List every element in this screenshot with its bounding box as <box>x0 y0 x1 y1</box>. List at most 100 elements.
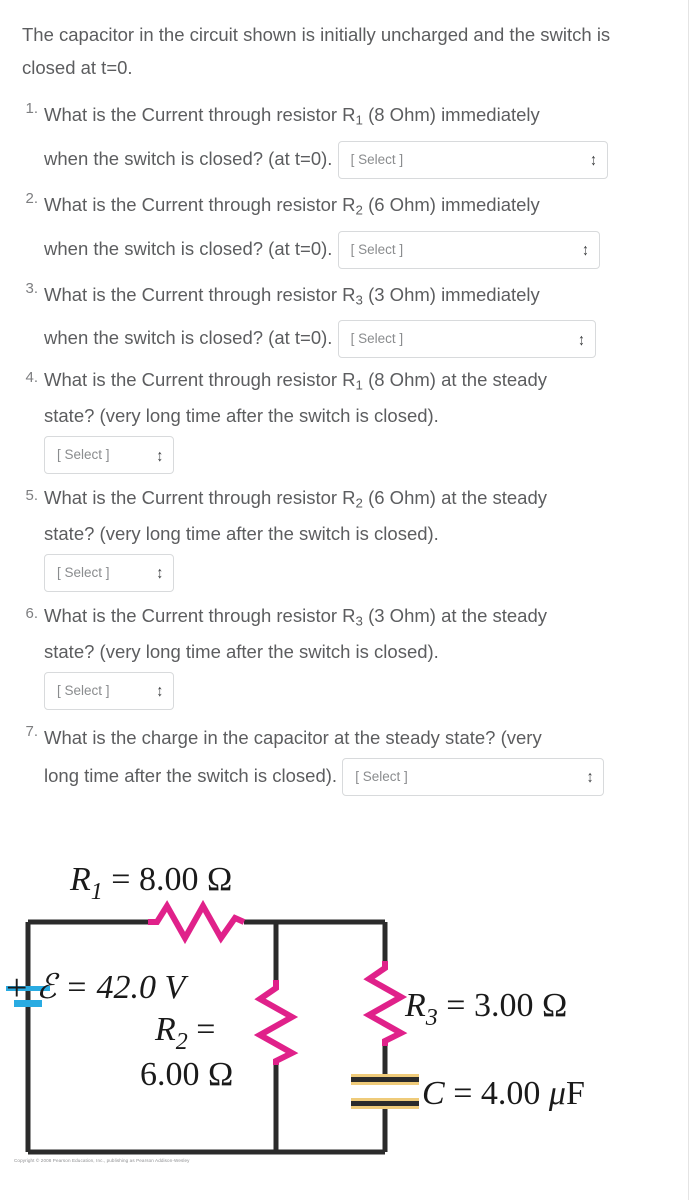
label-r3-subscript: 3 <box>425 1005 438 1031</box>
select-control-1[interactable]: [ Select ] ↕ <box>337 140 608 179</box>
question-item-1: 1. What is the Current through resistor … <box>18 96 678 180</box>
select-value-7: [ Select ] <box>355 768 408 784</box>
select-control-2[interactable]: [ Select ] ↕ <box>337 230 600 269</box>
chevron-up-down-icon: ↕ <box>156 681 164 701</box>
chevron-up-down-icon: ↕ <box>156 445 164 465</box>
question-3-text-line2: when the switch is closed? (at t=0). <box>44 327 333 349</box>
question-2-text-a: What is the Current through resistor R <box>44 193 356 215</box>
question-7-text-a: What is the charge in the capacitor at t… <box>44 726 542 748</box>
select-control-7[interactable]: [ Select ] ↕ <box>342 757 605 796</box>
question-4-text-b: (8 Ohm) at the steady <box>362 369 548 391</box>
question-number-2: 2. <box>25 189 38 207</box>
question-5-text-line2: state? (very long time after the switch … <box>44 522 439 544</box>
figure-copyright: Copyright © 2008 Pearson Education, Inc.… <box>14 1158 190 1163</box>
label-r1: R1 = 8.00 Ω <box>69 861 232 905</box>
chevron-up-down-icon: ↕ <box>578 330 585 349</box>
label-r3: R3 = 3.00 Ω <box>404 987 567 1031</box>
label-r3-symbol: R <box>404 987 426 1024</box>
question-text-7: What is the charge in the capacitor at t… <box>44 719 678 797</box>
question-1-text-a: What is the Current through resistor R <box>44 104 356 125</box>
question-2-text-b: (6 Ohm) immediately <box>362 193 540 215</box>
circuit-diagram: R1 = 8.00 Ω + ℰ = 42.0 V R2 = 6.00 Ω R3 … <box>0 828 692 1188</box>
question-item-6: 6. What is the Current through resistor … <box>18 601 678 711</box>
question-item-4: 4. What is the Current through resistor … <box>18 365 678 475</box>
select-control-5[interactable]: [ Select ] ↕ <box>44 553 174 592</box>
label-r2-eq: = <box>188 1011 216 1048</box>
question-number-3: 3. <box>25 279 38 297</box>
select-control-3[interactable]: [ Select ] ↕ <box>337 320 596 359</box>
select-value-1: [ Select ] <box>350 151 404 167</box>
question-number-6: 6. <box>25 604 38 622</box>
answer-select-4[interactable]: [ Select ] ↕ <box>44 436 678 475</box>
label-r2: R2 = <box>154 1011 215 1055</box>
label-capacitor: C = 4.00 μF <box>422 1075 585 1112</box>
resistor-r3-symbol <box>362 961 408 1046</box>
chevron-up-down-icon: ↕ <box>586 767 594 787</box>
answer-select-5[interactable]: [ Select ] ↕ <box>44 553 678 593</box>
question-6-text-b: (3 Ohm) at the steady <box>362 604 548 626</box>
resistor-r2-symbol <box>253 980 299 1065</box>
select-value-6: [ Select ] <box>57 682 110 698</box>
answer-select-2[interactable]: [ Select ] ↕ <box>337 230 600 270</box>
question-2-subscript: 2 <box>355 202 363 218</box>
question-1-text-b: (8 Ohm) immediately <box>362 104 540 125</box>
question-2-text-line2: when the switch is closed? (at t=0). <box>44 237 333 259</box>
chevron-up-down-icon: ↕ <box>156 563 164 583</box>
chevron-up-down-icon: ↕ <box>582 240 589 260</box>
capacitor-bottom-plate <box>351 1101 419 1106</box>
resistor-r1-symbol <box>148 899 246 945</box>
answer-select-6[interactable]: [ Select ] ↕ <box>44 671 678 711</box>
select-control-6[interactable]: [ Select ] ↕ <box>44 671 174 710</box>
label-r3-value: = 3.00 Ω <box>438 987 567 1024</box>
select-value-2: [ Select ] <box>350 241 404 257</box>
intro-paragraph: The capacitor in the circuit shown is in… <box>22 24 611 78</box>
label-r2-symbol: R <box>154 1011 176 1048</box>
question-4-subscript: 1 <box>355 378 363 394</box>
label-c-symbol: C <box>422 1075 445 1112</box>
question-item-3: 3. What is the Current through resistor … <box>18 276 678 360</box>
label-r1-symbol: R <box>69 861 91 898</box>
select-value-4: [ Select ] <box>57 447 110 463</box>
answer-select-7[interactable]: [ Select ] ↕ <box>342 757 605 797</box>
question-list: 1. What is the Current through resistor … <box>18 96 678 797</box>
answer-select-3[interactable]: [ Select ] ↕ <box>337 319 596 359</box>
question-number-1: 1. <box>25 100 38 117</box>
question-3-text-b: (3 Ohm) immediately <box>362 283 540 305</box>
capacitor-top-plate <box>351 1077 419 1082</box>
question-item-5: 5. What is the Current through resistor … <box>18 483 678 593</box>
question-number-4: 4. <box>25 369 38 387</box>
question-7-text-line2: long time after the switch is closed). <box>44 764 338 786</box>
label-r2-value: 6.00 Ω <box>140 1056 233 1093</box>
question-5-text-a: What is the Current through resistor R <box>44 487 356 509</box>
label-r1-subscript: 1 <box>91 879 103 905</box>
question-1-text-line2: when the switch is closed? (at t=0). <box>44 147 333 169</box>
answer-select-1[interactable]: [ Select ] ↕ <box>337 140 608 180</box>
label-battery-plus: + <box>6 967 27 1009</box>
question-4-text-a: What is the Current through resistor R <box>44 369 356 391</box>
question-text-4: What is the Current through resistor R1 … <box>44 365 678 475</box>
question-text-3: What is the Current through resistor R3 … <box>44 276 678 360</box>
question-5-subscript: 2 <box>355 495 363 511</box>
question-number-7: 7. <box>25 722 38 740</box>
question-text-6: What is the Current through resistor R3 … <box>44 601 678 711</box>
question-item-7: 7. What is the charge in the capacitor a… <box>18 719 678 797</box>
select-control-4[interactable]: [ Select ] ↕ <box>44 436 174 475</box>
label-c-unit: μ <box>548 1075 566 1112</box>
question-item-2: 2. What is the Current through resistor … <box>18 186 678 270</box>
page-root: The capacitor in the circuit shown is in… <box>0 0 692 1200</box>
question-3-text-a: What is the Current through resistor R <box>44 283 356 305</box>
question-6-text-line2: state? (very long time after the switch … <box>44 640 439 662</box>
label-c-value: = 4.00 <box>445 1075 549 1112</box>
question-text-2: What is the Current through resistor R2 … <box>44 186 678 270</box>
question-1-subscript: 1 <box>355 112 363 128</box>
label-emf: ℰ = 42.0 V <box>36 969 190 1006</box>
chevron-up-down-icon: ↕ <box>590 150 597 170</box>
select-value-5: [ Select ] <box>57 564 110 580</box>
question-6-subscript: 3 <box>355 613 363 629</box>
question-text-1: What is the Current through resistor R1 … <box>44 96 678 180</box>
question-5-text-b: (6 Ohm) at the steady <box>362 487 548 509</box>
question-text-5: What is the Current through resistor R2 … <box>44 483 678 593</box>
question-3-subscript: 3 <box>355 292 363 308</box>
select-value-3: [ Select ] <box>350 331 404 347</box>
question-6-text-a: What is the Current through resistor R <box>44 604 356 626</box>
